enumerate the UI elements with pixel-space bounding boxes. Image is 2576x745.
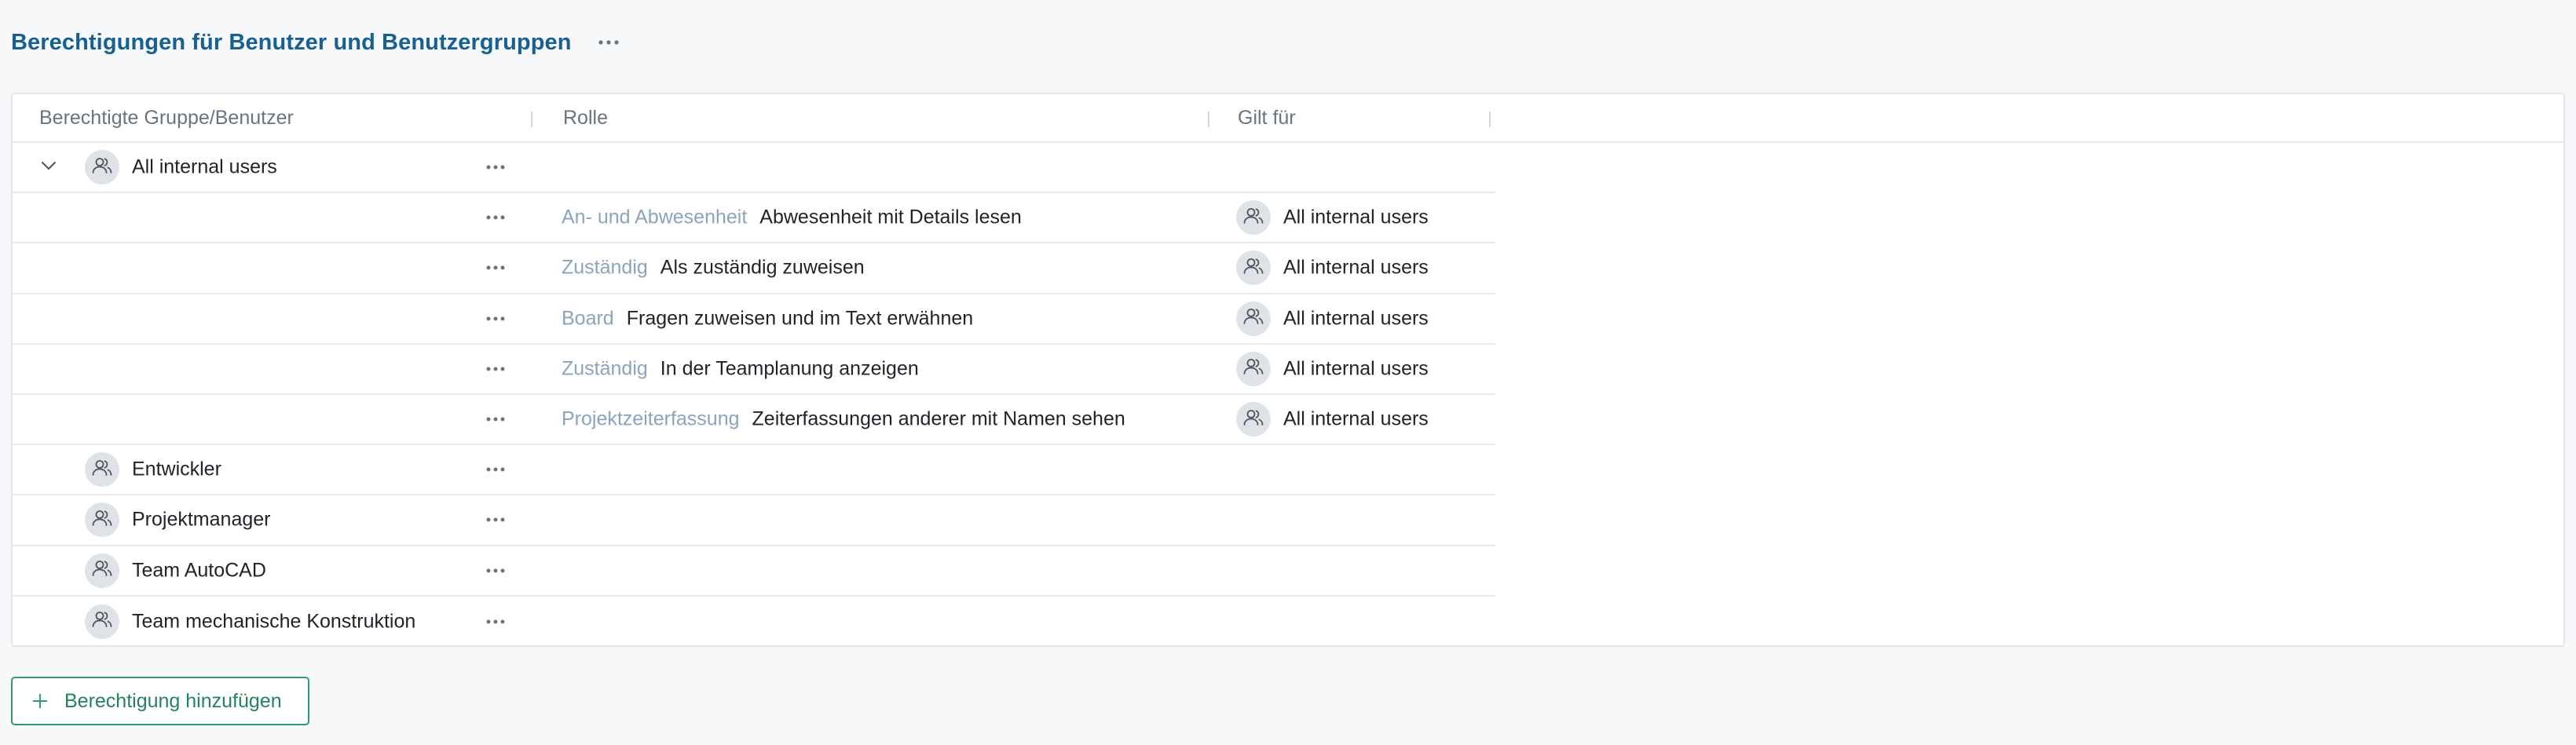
role-cell: Zuständig Als zuständig zuweisen bbox=[562, 257, 865, 279]
permissions-table: Berechtigte Gruppe/Benutzer Rolle Gilt f… bbox=[11, 93, 2565, 647]
column-resize-handle[interactable] bbox=[1208, 111, 1209, 127]
group-avatar bbox=[85, 452, 119, 488]
applies-to-name: All internal users bbox=[1283, 256, 1429, 279]
users-icon bbox=[1242, 357, 1264, 380]
role-cell: Board Fragen zuweisen und im Text erwähne… bbox=[562, 307, 973, 330]
role-more-button[interactable] bbox=[482, 406, 509, 433]
role-category: Board bbox=[562, 307, 614, 330]
table-body: All internal users An- und Abwesenheit Abw… bbox=[13, 143, 1495, 647]
group-name: Entwickler bbox=[132, 458, 221, 480]
role-category: Zuständig bbox=[562, 256, 648, 279]
role-name: Abwesenheit mit Details lesen bbox=[759, 206, 1022, 228]
group-name: All internal users bbox=[132, 155, 277, 178]
group-more-button[interactable] bbox=[482, 557, 509, 584]
role-cell: Projektzeiterfassung Zeiterfassungen ande… bbox=[562, 408, 1125, 431]
column-header-group[interactable]: Berechtigte Gruppe/Benutzer bbox=[39, 94, 294, 141]
plus-icon bbox=[30, 691, 50, 711]
applies-to-name: All internal users bbox=[1283, 357, 1429, 380]
group-avatar bbox=[85, 604, 119, 639]
page-title: Berechtigungen für Benutzer und Benutzer… bbox=[11, 29, 572, 55]
group-name: Team AutoCAD bbox=[132, 559, 266, 582]
group-avatar bbox=[1236, 351, 1271, 386]
role-more-button[interactable] bbox=[482, 204, 509, 231]
group-avatar bbox=[85, 150, 119, 185]
add-permission-label: Berechtigung hinzufügen bbox=[64, 689, 282, 712]
role-name: Fragen zuweisen und im Text erwähnen bbox=[626, 307, 974, 330]
role-category: Zuständig bbox=[562, 357, 648, 380]
more-horizontal-icon bbox=[485, 210, 506, 225]
role-row: Zuständig In der Teamplanung anzeigen All … bbox=[13, 345, 1495, 395]
column-header-applies-to[interactable]: Gilt für bbox=[1238, 94, 1296, 141]
table-row: Team mechanische Konstruktion bbox=[13, 597, 1495, 647]
role-cell: Zuständig In der Teamplanung anzeigen bbox=[562, 357, 919, 380]
applies-to-name: All internal users bbox=[1283, 407, 1429, 430]
more-horizontal-icon bbox=[485, 412, 506, 426]
group-avatar bbox=[1236, 250, 1271, 286]
group-avatar bbox=[85, 502, 119, 538]
more-horizontal-icon bbox=[485, 261, 506, 275]
role-more-button[interactable] bbox=[482, 305, 509, 332]
group-more-button[interactable] bbox=[482, 456, 509, 483]
group-more-button[interactable] bbox=[482, 154, 509, 181]
users-icon bbox=[91, 559, 113, 582]
more-horizontal-icon bbox=[485, 462, 506, 477]
users-icon bbox=[91, 458, 113, 481]
role-name: Zeiterfassungen anderer mit Namen sehen bbox=[752, 407, 1125, 430]
users-icon bbox=[1242, 206, 1264, 229]
role-category: An- und Abwesenheit bbox=[562, 206, 748, 228]
role-row: An- und Abwesenheit Abwesenheit mit Detai… bbox=[13, 193, 1495, 244]
more-horizontal-icon bbox=[485, 160, 506, 174]
column-resize-handle[interactable] bbox=[531, 111, 532, 127]
role-cell: An- und Abwesenheit Abwesenheit mit Detai… bbox=[562, 206, 1022, 229]
role-name: In der Teamplanung anzeigen bbox=[660, 357, 919, 380]
role-row: Projektzeiterfassung Zeiterfassungen ande… bbox=[13, 395, 1495, 446]
group-avatar bbox=[1236, 301, 1271, 336]
table-header: Berechtigte Gruppe/Benutzer Rolle Gilt f… bbox=[13, 94, 2563, 143]
group-more-button[interactable] bbox=[482, 506, 509, 533]
users-icon bbox=[91, 509, 113, 531]
more-horizontal-icon bbox=[485, 615, 506, 629]
column-header-role[interactable]: Rolle bbox=[563, 94, 608, 141]
chevron-down-icon bbox=[40, 160, 57, 175]
role-name: Als zuständig zuweisen bbox=[660, 256, 865, 279]
group-avatar bbox=[1236, 402, 1271, 437]
applies-to-name: All internal users bbox=[1283, 307, 1429, 330]
role-more-button[interactable] bbox=[482, 254, 509, 281]
group-name: Projektmanager bbox=[132, 508, 271, 531]
more-horizontal-icon bbox=[485, 564, 506, 578]
more-horizontal-icon bbox=[485, 362, 506, 376]
more-horizontal-icon bbox=[485, 312, 506, 326]
role-row: Zuständig Als zuständig zuweisen All inter… bbox=[13, 243, 1495, 294]
page-header: Berechtigungen für Benutzer und Benutzer… bbox=[11, 27, 622, 58]
add-permission-button[interactable]: Berechtigung hinzufügen bbox=[11, 677, 309, 725]
expand-toggle[interactable] bbox=[38, 156, 60, 178]
group-more-button[interactable] bbox=[482, 608, 509, 635]
group-avatar bbox=[1236, 200, 1271, 236]
users-icon bbox=[91, 156, 113, 179]
role-category: Projektzeiterfassung bbox=[562, 407, 740, 430]
applies-to-name: All internal users bbox=[1283, 206, 1429, 228]
table-row: Projektmanager bbox=[13, 495, 1495, 546]
users-icon bbox=[1242, 257, 1264, 279]
group-avatar bbox=[85, 553, 119, 588]
more-horizontal-icon bbox=[485, 513, 506, 527]
table-row: All internal users bbox=[13, 143, 1495, 194]
users-icon bbox=[1242, 307, 1264, 330]
more-horizontal-icon bbox=[598, 40, 619, 45]
column-resize-handle[interactable] bbox=[1489, 111, 1491, 127]
table-row: Team AutoCAD bbox=[13, 546, 1495, 597]
role-row: Board Fragen zuweisen und im Text erwähne… bbox=[13, 294, 1495, 345]
header-more-button[interactable] bbox=[595, 29, 622, 56]
role-more-button[interactable] bbox=[482, 356, 509, 382]
users-icon bbox=[1242, 408, 1264, 431]
users-icon bbox=[91, 610, 113, 633]
table-row: Entwickler bbox=[13, 445, 1495, 496]
group-name: Team mechanische Konstruktion bbox=[132, 610, 416, 633]
